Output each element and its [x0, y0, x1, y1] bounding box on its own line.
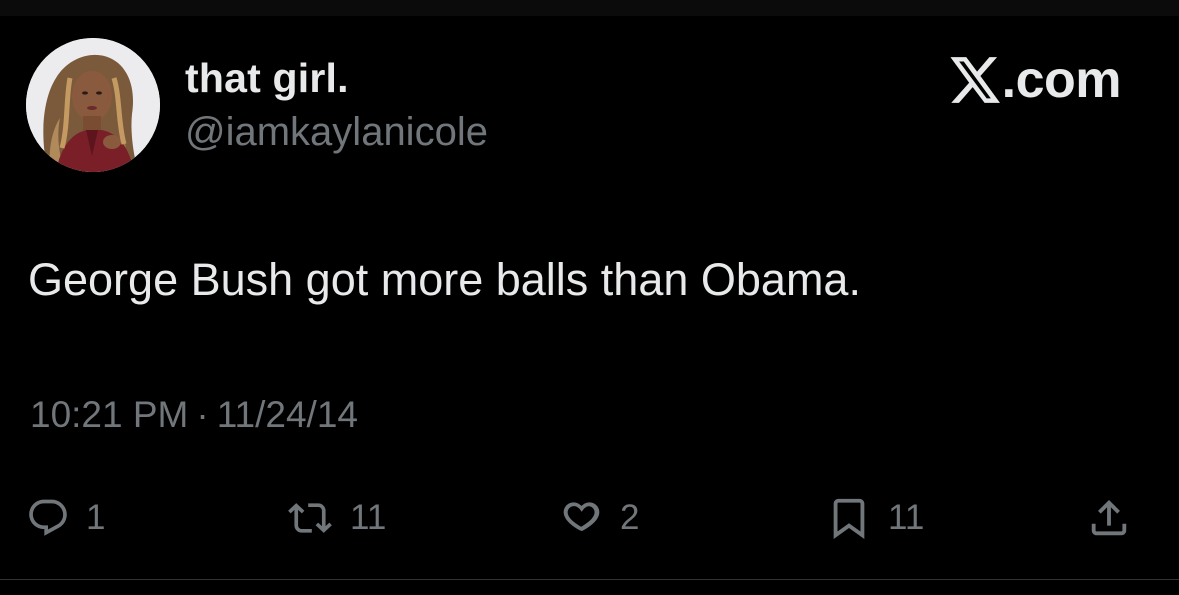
- tweet-time: 10:21 PM: [30, 394, 189, 435]
- meta-separator: ·: [196, 394, 209, 435]
- user-handle[interactable]: @iamkaylanicole: [185, 108, 488, 156]
- like-button[interactable]: 2: [558, 490, 639, 546]
- reply-icon: [26, 496, 70, 540]
- avatar[interactable]: [26, 38, 160, 172]
- bookmark-button[interactable]: 11: [826, 490, 924, 546]
- x-logo-icon: [950, 57, 1002, 103]
- reply-button[interactable]: 1: [26, 490, 105, 546]
- display-name[interactable]: that girl.: [185, 54, 349, 102]
- share-button[interactable]: [1086, 490, 1132, 546]
- repost-count: 11: [350, 498, 387, 537]
- bookmark-icon: [826, 494, 872, 542]
- avatar-image: [26, 38, 160, 172]
- tweet-text: George Bush got more balls than Obama.: [28, 254, 861, 305]
- heart-icon: [558, 496, 604, 540]
- top-strip: [0, 0, 1179, 16]
- repost-button[interactable]: 11: [286, 490, 386, 546]
- repost-icon: [286, 496, 334, 540]
- brand-watermark: .com: [950, 51, 1122, 109]
- tweet-date: 11/24/14: [216, 394, 358, 435]
- bookmark-count: 11: [888, 498, 925, 537]
- tweet-timestamp[interactable]: 10:21 PM · 11/24/14: [30, 392, 358, 438]
- bottom-strip: [0, 580, 1179, 595]
- like-count: 2: [620, 498, 640, 537]
- share-icon: [1086, 495, 1132, 541]
- reply-count: 1: [86, 498, 106, 537]
- brand-text: .com: [1001, 51, 1122, 109]
